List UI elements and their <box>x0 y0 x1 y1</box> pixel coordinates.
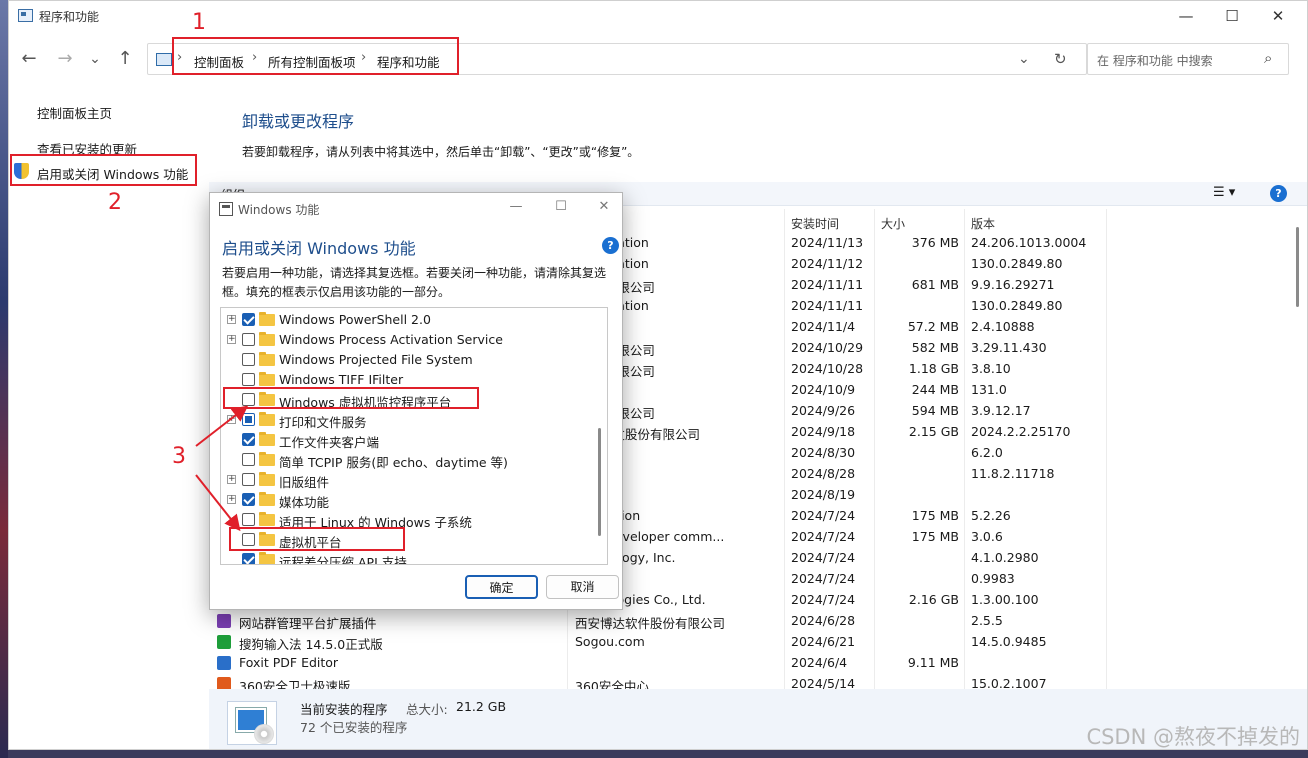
annotation-arrows <box>195 405 249 532</box>
annotation-arrow-up <box>195 405 249 447</box>
watermark: CSDN @熬夜不掉发的 <box>1086 725 1300 749</box>
annotation-arrow-down <box>195 474 241 532</box>
